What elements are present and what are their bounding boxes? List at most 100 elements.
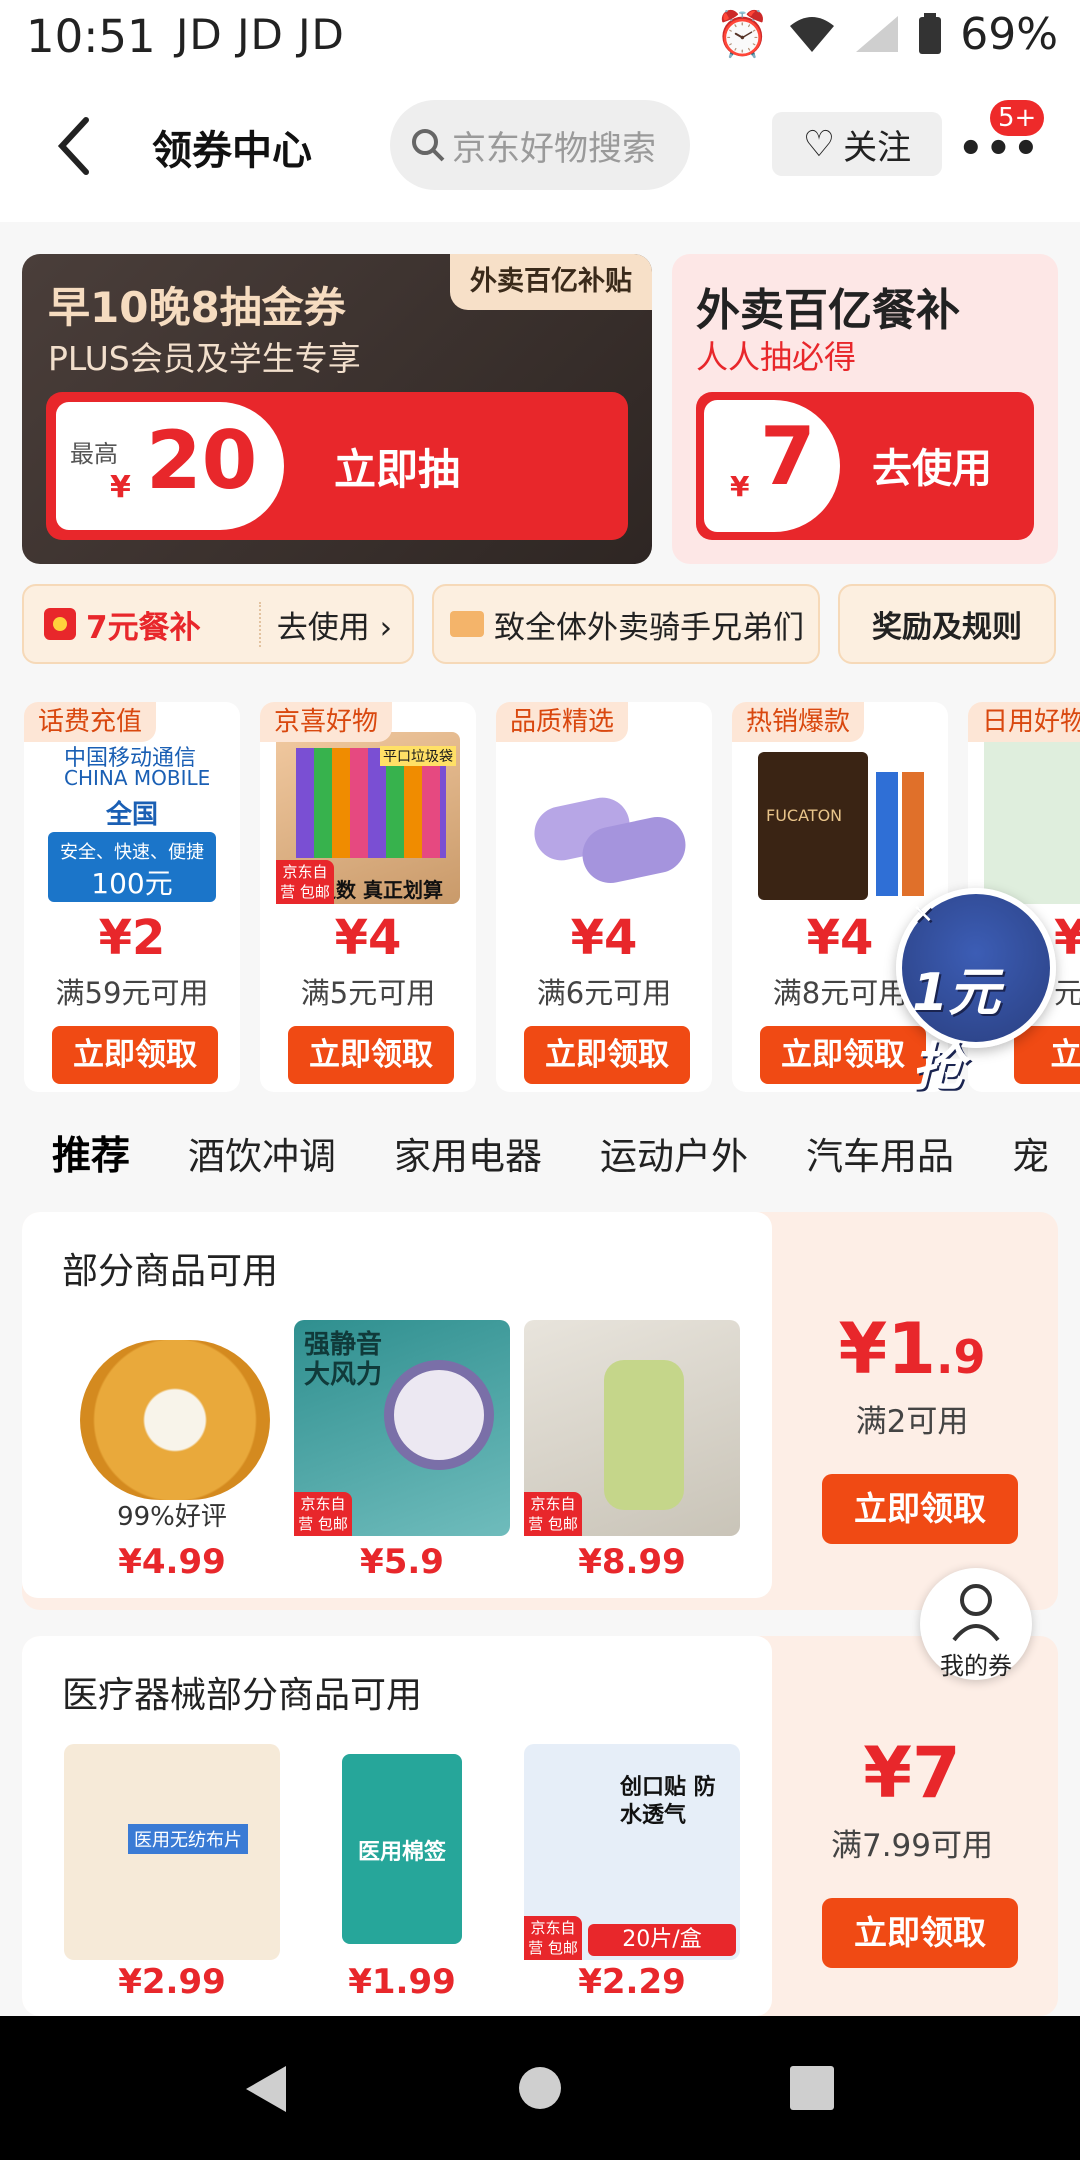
product-price: ¥2.99 bbox=[118, 1962, 226, 2002]
claim-button[interactable]: 立即领取 bbox=[288, 1026, 454, 1084]
meal-icon bbox=[44, 608, 76, 640]
lottery-title: 早10晚8抽金券 bbox=[48, 283, 346, 332]
nav-recents-icon[interactable] bbox=[790, 2066, 834, 2110]
rules-chip[interactable]: 奖励及规则 bbox=[838, 584, 1056, 664]
currency-symbol: ¥ bbox=[730, 470, 750, 503]
search-icon bbox=[412, 129, 445, 162]
coupon-value-int: ¥1 bbox=[838, 1308, 936, 1390]
claim-button[interactable]: 立即领取 bbox=[760, 1026, 926, 1084]
rider-chip-label: 致全体外卖骑手兄弟们 bbox=[494, 609, 804, 646]
currency-symbol: ¥ bbox=[110, 470, 131, 505]
product-image: 医用无纺布片 bbox=[64, 1744, 280, 1960]
product-price: ¥1.99 bbox=[348, 1962, 456, 2002]
meal-subsidy-card[interactable]: 外卖百亿餐补 人人抽必得 ¥ 7 去使用 bbox=[672, 254, 1058, 564]
section-title: 医疗器械部分商品可用 bbox=[62, 1675, 423, 1716]
use-now-label: 去使用 bbox=[872, 446, 992, 492]
product-category-label: 京喜好物 bbox=[260, 702, 393, 742]
tab-auto[interactable]: 汽车用品 bbox=[806, 1126, 954, 1180]
close-icon[interactable]: ✕ bbox=[912, 900, 1040, 930]
product-category-label: 品质精选 bbox=[496, 702, 629, 742]
coupon-value: ¥7 bbox=[863, 1732, 961, 1814]
one-yuan-grab-float[interactable]: 1元抢 ✕ bbox=[896, 888, 1056, 1098]
category-tabs: 推荐 酒饮冲调 家用电器 运动户外 汽车用品 宠 bbox=[0, 1110, 1080, 1196]
status-notifications: JD JD JD bbox=[176, 10, 345, 59]
wifi-icon bbox=[790, 17, 835, 52]
my-coupons-button[interactable]: 我的券 bbox=[920, 1568, 1032, 1680]
use-now-button[interactable]: ¥ 7 去使用 bbox=[696, 392, 1034, 540]
product-category-label: 热销爆款 bbox=[732, 702, 865, 742]
coupon-price: ¥ bbox=[1054, 910, 1080, 966]
claim-button[interactable]: 立即领取 bbox=[822, 1474, 1018, 1544]
product-image: 强静音 大风力 京东自营 包邮 bbox=[294, 1320, 510, 1536]
product-image: 中国移动通信 CHINA MOBILE 全国 安全、快速、便捷 100元 bbox=[40, 732, 224, 904]
coupon-section: 医疗器械部分商品可用 医用无纺布片 ¥2.99 医用棉签 ¥1.99 创口贴 防… bbox=[22, 1636, 1058, 2016]
search-input[interactable]: 京东好物搜索 bbox=[390, 100, 690, 190]
jd-self-operated-tag: 京东自营 包邮 bbox=[524, 1492, 582, 1536]
signal-icon bbox=[856, 16, 899, 52]
product-image: FUCATON bbox=[748, 732, 932, 904]
coupon-condition: 满6元可用 bbox=[536, 976, 672, 1010]
product-item[interactable]: 京东自营 包邮 ¥8.99 bbox=[524, 1320, 740, 1590]
system-nav-bar bbox=[0, 2016, 1080, 2160]
battery-percent: 69% bbox=[960, 8, 1058, 60]
product-coupon-card[interactable]: 品质精选 ¥4 满6元可用 立即领取 bbox=[496, 702, 712, 1092]
follow-button[interactable]: ♡ 关注 bbox=[772, 112, 942, 176]
max-label: 最高 bbox=[70, 440, 118, 468]
tab-recommend[interactable]: 推荐 bbox=[52, 1125, 130, 1181]
coupon-condition: 元 bbox=[1054, 976, 1080, 1010]
coupon-condition: 满2可用 bbox=[855, 1404, 969, 1440]
product-price: ¥2.29 bbox=[578, 1962, 686, 2002]
rider-letter-chip[interactable]: 致全体外卖骑手兄弟们 bbox=[432, 584, 820, 664]
notification-badge: 5+ bbox=[990, 100, 1045, 136]
status-time: 10:51 bbox=[26, 10, 156, 63]
section-title: 部分商品可用 bbox=[62, 1251, 279, 1292]
back-arrow-icon[interactable] bbox=[52, 114, 100, 178]
tab-pets[interactable]: 宠 bbox=[1012, 1126, 1049, 1180]
coupon-value: ¥1 .9 bbox=[772, 1308, 1052, 1390]
draw-now-button[interactable]: 最高 ¥ 20 立即抽 bbox=[46, 392, 628, 540]
meal-subsidy-chip[interactable]: 7元餐补 去使用 › bbox=[22, 584, 414, 664]
rules-chip-label: 奖励及规则 bbox=[872, 610, 1022, 645]
claim-button[interactable]: 立即领取 bbox=[822, 1898, 1018, 1968]
gold-coupon-lottery-card[interactable]: 外卖百亿补贴 早10晚8抽金券 PLUS会员及学生专享 最高 ¥ 20 立即抽 bbox=[22, 254, 652, 564]
product-category-label: 话费充值 bbox=[24, 702, 157, 742]
status-bar: 10:51 JD JD JD ⏰ 69% bbox=[0, 0, 1080, 74]
tab-drinks[interactable]: 酒饮冲调 bbox=[188, 1126, 336, 1180]
lottery-subtitle: PLUS会员及学生专享 bbox=[48, 339, 361, 378]
product-image: 医用棉签 bbox=[294, 1744, 510, 1960]
nav-back-icon[interactable] bbox=[244, 2064, 288, 2114]
claim-button[interactable]: 立即领取 bbox=[524, 1026, 690, 1084]
meal-chip-label: 7元餐补 bbox=[86, 609, 201, 646]
meal-chip-use-link[interactable]: 去使用 › bbox=[258, 601, 412, 647]
product-item[interactable]: 医用棉签 ¥1.99 bbox=[294, 1744, 510, 2016]
product-item[interactable]: 医用无纺布片 ¥2.99 bbox=[64, 1744, 280, 2016]
product-coupon-card[interactable]: 中国移动通信 CHINA MOBILE 全国 安全、快速、便捷 100元 话费充… bbox=[24, 702, 240, 1092]
system-icons: ⏰ 69% bbox=[715, 8, 1058, 61]
envelope-icon bbox=[450, 611, 484, 637]
coupon-amount: 7 bbox=[760, 410, 816, 503]
claim-button[interactable]: 立即领取 bbox=[52, 1026, 218, 1084]
coupon-value-dec: .9 bbox=[935, 1330, 986, 1384]
coupon-section: 部分商品可用 99%好评 ¥4.99 强静音 大风力 京东自营 包邮 ¥5.9 … bbox=[22, 1212, 1058, 1610]
product-image bbox=[984, 732, 1080, 904]
battery-icon bbox=[919, 13, 942, 54]
user-icon bbox=[952, 1584, 1000, 1642]
product-item[interactable]: 99%好评 ¥4.99 bbox=[64, 1320, 280, 1590]
coupon-condition: 满7.99可用 bbox=[830, 1828, 994, 1864]
coupon-price: ¥4 bbox=[334, 910, 402, 966]
screen: { "status_bar":{"time":"10:51","carrier"… bbox=[0, 0, 1080, 2160]
product-item[interactable]: 强静音 大风力 京东自营 包邮 ¥5.9 bbox=[294, 1320, 510, 1590]
follow-label: 关注 bbox=[843, 127, 912, 168]
meal-subtitle: 人人抽必得 bbox=[696, 338, 857, 376]
draw-now-label: 立即抽 bbox=[334, 445, 461, 494]
product-item[interactable]: 创口贴 防水透气 20片/盒 京东自营 包邮 ¥2.29 bbox=[524, 1744, 740, 2016]
product-price: ¥8.99 bbox=[578, 1542, 686, 1582]
nav-home-icon[interactable] bbox=[518, 2066, 562, 2110]
tab-sports[interactable]: 运动户外 bbox=[600, 1126, 748, 1180]
coupon-condition: 满5元可用 bbox=[300, 976, 436, 1010]
product-image: 京东自营 包邮 bbox=[524, 1320, 740, 1536]
product-coupon-card[interactable]: 平口垃圾袋 足数 真正划算 京东自营 包邮 京喜好物 ¥4 满5元可用 立即领取 bbox=[260, 702, 476, 1092]
page-title: 领券中心 bbox=[152, 128, 312, 174]
subsidy-tag: 外卖百亿补贴 bbox=[450, 254, 652, 310]
tab-appliances[interactable]: 家用电器 bbox=[394, 1126, 542, 1180]
